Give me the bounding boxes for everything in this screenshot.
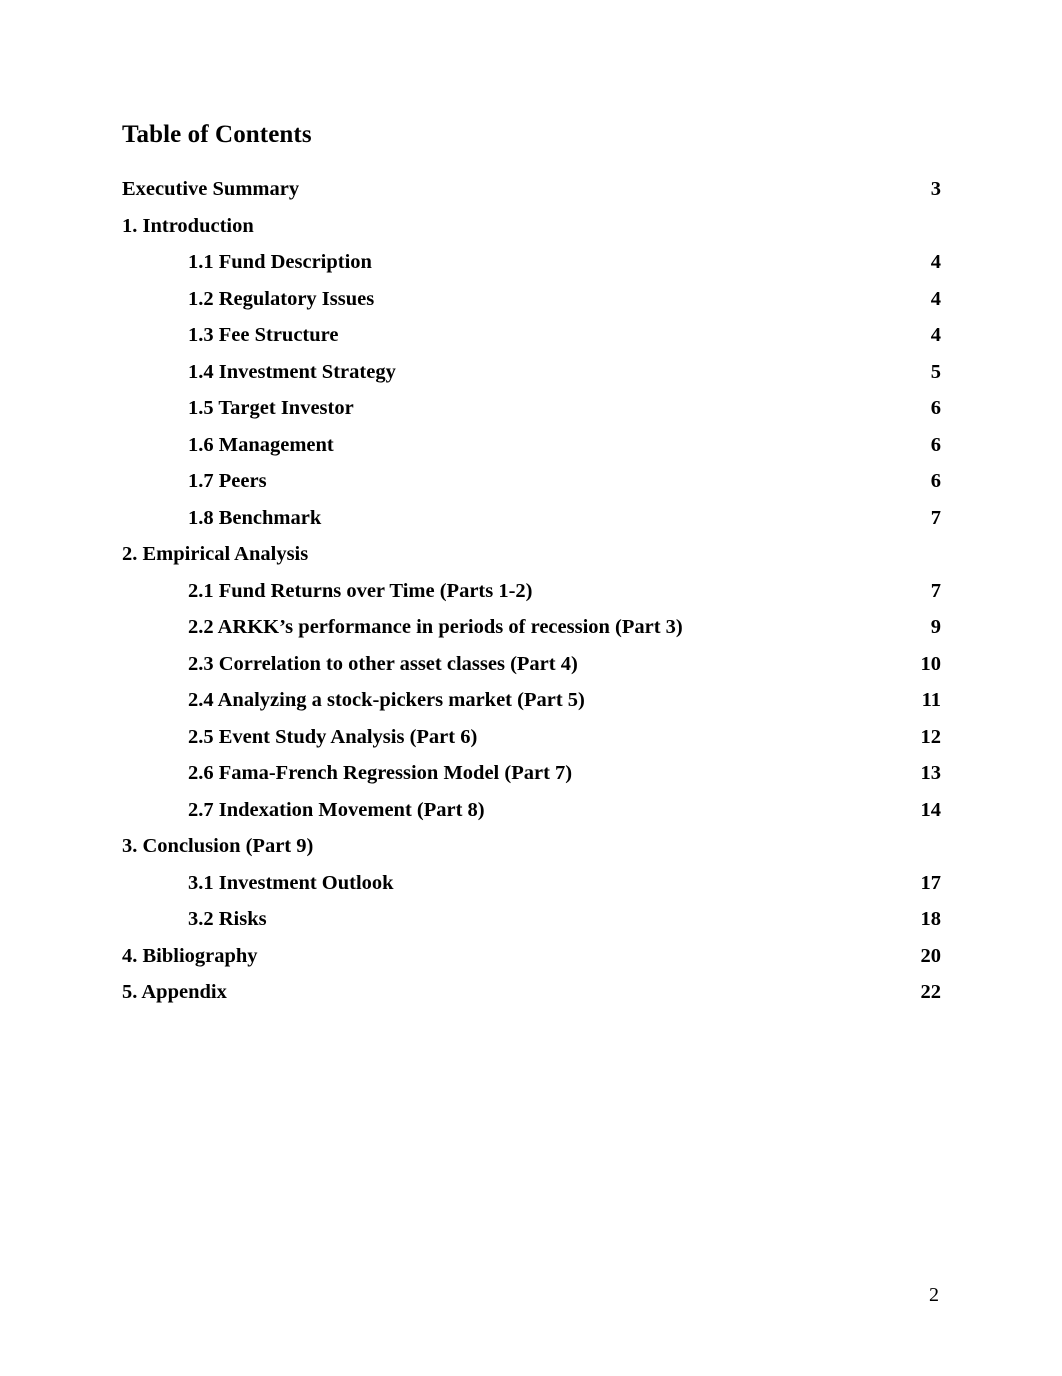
toc-entry-label: 3. Conclusion (Part 9)	[122, 835, 314, 857]
toc-entry[interactable]: Executive Summary 3	[122, 176, 941, 213]
toc-entry[interactable]: 1.8 Benchmark 7	[122, 505, 941, 542]
toc-entry-label: 2.1 Fund Returns over Time (Parts 1-2)	[188, 579, 533, 602]
toc-entry[interactable]: 2.7 Indexation Movement (Part 8) 14	[122, 797, 941, 834]
toc-entry-label: 1.8 Benchmark	[188, 506, 322, 529]
toc-entry-label: 1.4 Investment Strategy	[188, 360, 396, 383]
footer-page-number: 2	[929, 1284, 939, 1306]
toc-entry-label: 4. Bibliography	[122, 944, 258, 967]
toc-entry-label: 2.5 Event Study Analysis (Part 6)	[188, 725, 478, 748]
toc-entry[interactable]: 3.2 Risks 18	[122, 906, 941, 943]
toc-entry[interactable]: 2.4 Analyzing a stock-pickers market (Pa…	[122, 687, 941, 724]
toc-entry-label: 1.3 Fee Structure	[188, 324, 339, 346]
toc-entry[interactable]: 1.2 Regulatory Issues 4	[122, 286, 941, 323]
toc-entry-page-number: 11	[921, 689, 941, 711]
toc-entry[interactable]: 4. Bibliography 20	[122, 943, 941, 980]
document-page: Table of Contents Executive Summary 3 1. I…	[0, 0, 1062, 1376]
page-title: Table of Contents	[122, 121, 312, 148]
toc-entry-page-number: 4	[930, 287, 941, 310]
toc-entry-label: 2.3 Correlation to other asset classes (…	[188, 652, 578, 675]
toc-entry-page-number: 10	[920, 652, 942, 675]
table-of-contents-list: Executive Summary 3 1. Introduction 1.1 Fun…	[122, 176, 941, 1016]
toc-entry-label: 1. Introduction	[122, 214, 254, 237]
toc-entry-page-number: 4	[930, 251, 941, 273]
toc-entry-label: 1.6 Management	[188, 433, 334, 456]
toc-entry-label: 2.7 Indexation Movement (Part 8)	[188, 798, 485, 821]
toc-entry-page-number: 13	[920, 762, 942, 784]
toc-entry[interactable]: 1.6 Management 6	[122, 432, 941, 469]
toc-entry[interactable]: 2.5 Event Study Analysis (Part 6) 12	[122, 724, 941, 761]
toc-entry-page-number: 7	[930, 506, 941, 529]
toc-entry-page-number: 20	[920, 944, 942, 967]
toc-entry-page-number: 18	[920, 908, 942, 930]
toc-entry-page-number: 14	[920, 798, 942, 821]
toc-entry-label: 1.5 Target Investor	[188, 397, 354, 419]
toc-entry-page-number: 7	[930, 579, 941, 602]
toc-entry[interactable]: 1.5 Target Investor 6	[122, 395, 941, 432]
toc-entry[interactable]: 1.1 Fund Description 4	[122, 249, 941, 286]
toc-entry-page-number: 5	[930, 360, 941, 383]
toc-entry[interactable]: 2.1 Fund Returns over Time (Parts 1-2) 7	[122, 578, 941, 615]
toc-entry-page-number: 3	[930, 178, 941, 200]
toc-entry[interactable]: 1.3 Fee Structure 4	[122, 322, 941, 359]
toc-entry[interactable]: 2.3 Correlation to other asset classes (…	[122, 651, 941, 688]
toc-entry-label: 3.2 Risks	[188, 908, 267, 930]
toc-entry-label: Executive Summary	[122, 178, 300, 200]
toc-entry[interactable]: 5. Appendix 22	[122, 979, 941, 1016]
toc-entry-page-number: 9	[930, 616, 941, 638]
toc-entry-page-number: 17	[920, 871, 942, 894]
toc-entry[interactable]: 3. Conclusion (Part 9)	[122, 833, 941, 870]
toc-entry[interactable]: 2.2 ARKK’s performance in periods of rec…	[122, 614, 941, 651]
toc-entry-label: 5. Appendix	[122, 981, 227, 1003]
toc-entry-page-number: 6	[930, 433, 941, 456]
toc-entry[interactable]: 3.1 Investment Outlook 17	[122, 870, 941, 907]
toc-entry[interactable]: 2.6 Fama-French Regression Model (Part 7…	[122, 760, 941, 797]
toc-entry-label: 2.4 Analyzing a stock-pickers market (Pa…	[188, 689, 585, 711]
toc-entry-page-number: 12	[920, 725, 942, 748]
toc-entry-label: 1.1 Fund Description	[188, 251, 372, 273]
toc-entry[interactable]: 2. Empirical Analysis	[122, 541, 941, 578]
toc-entry-label: 2. Empirical Analysis	[122, 543, 309, 565]
toc-entry-label: 3.1 Investment Outlook	[188, 871, 394, 894]
toc-entry[interactable]: 1.7 Peers 6	[122, 468, 941, 505]
toc-entry-page-number: 22	[920, 981, 942, 1003]
toc-entry[interactable]: 1.4 Investment Strategy 5	[122, 359, 941, 396]
toc-entry-page-number: 6	[930, 397, 941, 419]
toc-entry-page-number: 6	[930, 470, 941, 492]
toc-entry-label: 1.2 Regulatory Issues	[188, 287, 375, 310]
toc-entry-page-number: 4	[930, 324, 941, 346]
toc-entry[interactable]: 1. Introduction	[122, 213, 941, 250]
toc-entry-label: 2.6 Fama-French Regression Model (Part 7…	[188, 762, 573, 784]
toc-entry-label: 1.7 Peers	[188, 470, 267, 492]
toc-entry-label: 2.2 ARKK’s performance in periods of rec…	[188, 616, 683, 638]
